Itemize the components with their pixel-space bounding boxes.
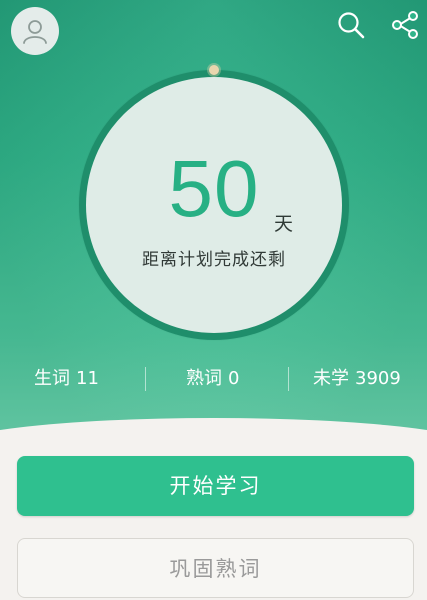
share-button[interactable] bbox=[388, 10, 422, 44]
countdown-caption: 距离计划完成还剩 bbox=[142, 250, 286, 270]
stat-unlearned-words-label: 未学 bbox=[313, 368, 349, 389]
days-unit-label: 天 bbox=[274, 213, 294, 235]
user-avatar-icon bbox=[20, 16, 50, 46]
hero-bottom-curve bbox=[0, 418, 427, 450]
stat-new-words-label: 生词 bbox=[34, 368, 70, 389]
days-remaining-number: 50 bbox=[168, 144, 260, 233]
avatar-button[interactable] bbox=[11, 7, 59, 55]
stat-familiar-words-value: 0 bbox=[228, 368, 240, 389]
stat-unlearned-words[interactable]: 未学 3909 bbox=[313, 364, 401, 394]
stat-new-words[interactable]: 生词 11 bbox=[34, 364, 99, 394]
hero-panel: 50 天 距离计划完成还剩 生词 11 熟词 0 未学 3909 bbox=[0, 0, 427, 450]
share-icon bbox=[390, 10, 420, 44]
word-stats-bar: 生词 11 熟词 0 未学 3909 bbox=[0, 364, 427, 394]
search-icon bbox=[336, 10, 366, 44]
progress-dot bbox=[209, 65, 219, 75]
stat-new-words-value: 11 bbox=[76, 368, 99, 389]
countdown-ring: 50 天 距离计划完成还剩 bbox=[79, 65, 349, 340]
stats-divider bbox=[145, 367, 146, 391]
review-familiar-words-button[interactable]: 巩固熟词 bbox=[17, 538, 414, 598]
stat-familiar-words[interactable]: 熟词 0 bbox=[186, 364, 239, 394]
stat-unlearned-words-value: 3909 bbox=[355, 368, 401, 389]
app-screen: 50 天 距离计划完成还剩 生词 11 熟词 0 未学 3909 开始学习 巩固熟词 bbox=[0, 0, 427, 600]
countdown-circle: 50 天 距离计划完成还剩 bbox=[86, 77, 342, 333]
stat-familiar-words-label: 熟词 bbox=[186, 368, 222, 389]
start-learning-button[interactable]: 开始学习 bbox=[17, 456, 414, 516]
stats-divider bbox=[288, 367, 289, 391]
search-button[interactable] bbox=[334, 10, 368, 44]
